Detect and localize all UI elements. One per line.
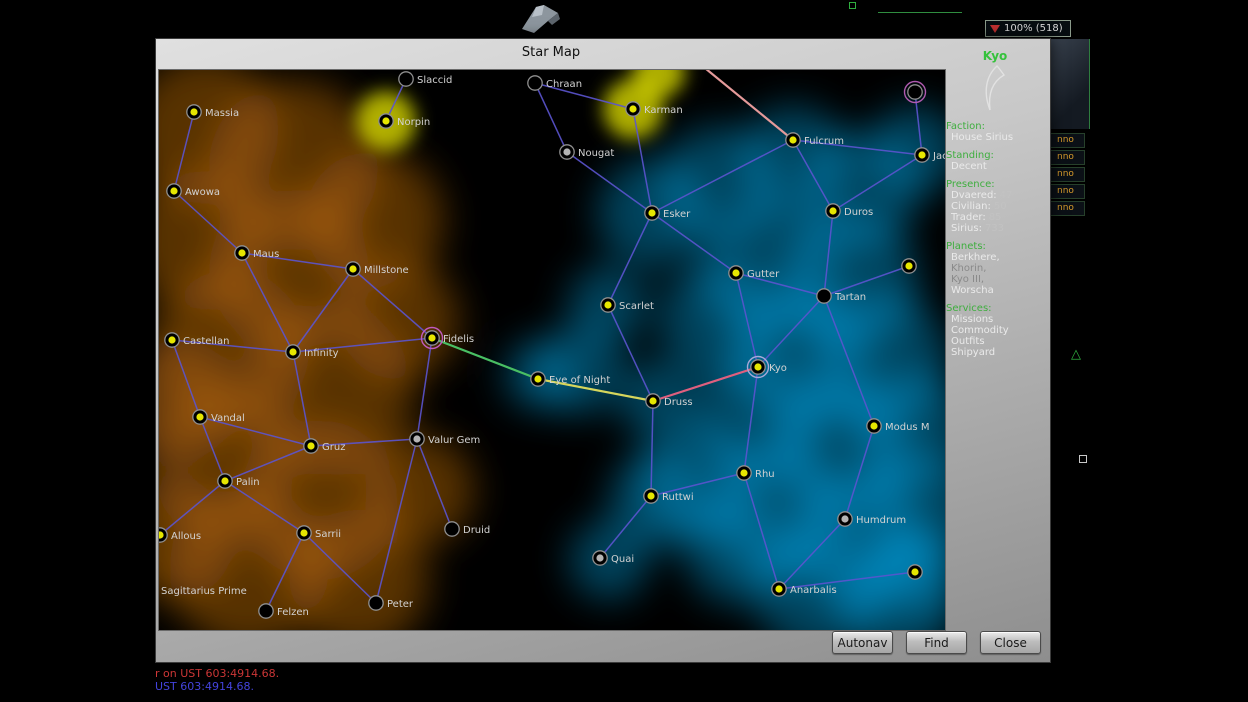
- weapon-ammo-indicator: nno: [1049, 201, 1085, 216]
- presence-row: Trader:85: [946, 212, 1048, 223]
- autonav-button[interactable]: Autonav: [832, 631, 893, 654]
- system-label: Sarrii: [315, 529, 341, 540]
- system-node-slaccid[interactable]: Slaccid: [399, 72, 453, 86]
- presence-group: Presence: Dvaered:47 Civilian:50 Trader:…: [942, 179, 1048, 234]
- system-label: Eye of Night: [549, 375, 610, 386]
- services-label: Services:: [946, 303, 1048, 314]
- planets-group: Planets: Berkhere, Khorin, Kyo III, Wors…: [942, 241, 1048, 296]
- target-arrow-icon: [990, 25, 1000, 33]
- faction-label: Faction:: [946, 121, 1048, 132]
- find-button[interactable]: Find: [906, 631, 967, 654]
- system-label: Infinity: [304, 348, 339, 359]
- map-extra-label: Sagittarius Prime: [161, 586, 247, 597]
- system-label: Duros: [844, 207, 873, 218]
- star-map-area[interactable]: Slaccid Massia Norpin Chraan Karman Nougat Ful…: [158, 69, 946, 631]
- system-label: Karman: [644, 105, 683, 116]
- system-label: Felzen: [277, 607, 309, 618]
- planets-label: Planets:: [946, 241, 1048, 252]
- game-screen: 100% (518) nno nno nno nno nno △ r on US…: [0, 0, 1248, 702]
- selected-system-name: Kyo: [942, 51, 1048, 62]
- faction-group: Faction: House Sirius: [942, 121, 1048, 143]
- target-health-text: 100% (518): [1004, 23, 1063, 34]
- presence-row: Civilian:50: [946, 201, 1048, 212]
- system-label: Quai: [611, 554, 634, 565]
- system-label: Druid: [463, 525, 490, 536]
- system-node-valurgem[interactable]: Valur Gem: [410, 432, 480, 446]
- system-label: Allous: [171, 531, 201, 542]
- service-item: Shipyard: [946, 347, 1048, 358]
- system-label: Slaccid: [417, 75, 452, 86]
- log-message-red: r on UST 603:4914.68.: [155, 667, 279, 680]
- system-label: Maus: [253, 249, 279, 260]
- system-label: Fidelis: [443, 334, 474, 345]
- system-node-f[interactable]: [902, 259, 916, 273]
- weapon-ammo-indicator: nno: [1049, 167, 1085, 182]
- green-triangle-icon: △: [1071, 348, 1081, 361]
- system-label: Modus M: [885, 422, 929, 433]
- radar-blip-icon: [849, 2, 856, 9]
- system-label: Massia: [205, 108, 239, 119]
- system-label: Esker: [663, 209, 691, 220]
- presence-label: Presence:: [946, 179, 1048, 190]
- system-label: Vandal: [211, 413, 245, 424]
- system-info-panel: Kyo Faction: House Sirius Standing: Dece…: [942, 51, 1048, 646]
- system-label: Anarbalis: [790, 585, 837, 596]
- standing-group: Standing: Decent: [942, 150, 1048, 172]
- faction-value: House Sirius: [946, 132, 1048, 143]
- close-button[interactable]: Close: [980, 631, 1041, 654]
- window-title: Star Map: [156, 45, 946, 60]
- system-label: Ruttwi: [662, 492, 694, 503]
- service-item: Commodity: [946, 325, 1048, 336]
- system-label: Tartan: [834, 292, 866, 303]
- standing-value: Decent: [946, 161, 1048, 172]
- planet-item: Worscha: [946, 285, 1048, 296]
- planet-item: Berkhere,: [946, 252, 1048, 263]
- standing-label: Standing:: [946, 150, 1048, 161]
- weapon-ammo-indicator: nno: [1049, 133, 1085, 148]
- weapon-ammo-indicator: nno: [1049, 150, 1085, 165]
- system-label: Castellan: [183, 336, 229, 347]
- system-label: Druss: [664, 397, 693, 408]
- services-group: Services: Missions Commodity Outfits Shi…: [942, 303, 1048, 358]
- planet-item: Khorin,: [946, 263, 1048, 274]
- hud-frame-line: [878, 12, 962, 13]
- presence-row: Dvaered:47: [946, 190, 1048, 201]
- player-ship-icon: [514, 3, 564, 37]
- system-label: Chraan: [546, 79, 582, 90]
- target-portrait: [1049, 39, 1090, 129]
- star-map-svg[interactable]: Slaccid Massia Norpin Chraan Karman Nougat Ful…: [159, 70, 946, 631]
- system-label: Millstone: [364, 265, 409, 276]
- system-label: Peter: [387, 599, 414, 610]
- sirius-faction-icon: [978, 64, 1012, 112]
- system-node-se[interactable]: [908, 565, 922, 579]
- system-node-druid[interactable]: Druid: [445, 522, 490, 536]
- presence-row: Sirius:733: [946, 223, 1048, 234]
- system-node-chraan[interactable]: Chraan: [528, 76, 582, 90]
- system-label: Awowa: [185, 187, 220, 198]
- square-indicator-icon: [1079, 455, 1087, 463]
- log-message-blue: UST 603:4914.68.: [155, 680, 254, 693]
- weapon-ammo-indicator: nno: [1049, 184, 1085, 199]
- system-label: Valur Gem: [428, 435, 480, 446]
- system-node-corner[interactable]: [905, 82, 926, 103]
- system-label: Scarlet: [619, 301, 654, 312]
- system-label: Gruz: [322, 442, 345, 453]
- system-node-nougat[interactable]: Nougat: [560, 145, 615, 159]
- dialog-buttons: Autonav Find Close: [832, 631, 1041, 654]
- system-label: Humdrum: [856, 515, 906, 526]
- system-label: Palin: [236, 477, 260, 488]
- star-map-window: Star Map Slaccid Massia Norpin Chraan Karman…: [155, 38, 1051, 663]
- target-health-box: 100% (518): [985, 20, 1071, 37]
- system-label: Gutter: [747, 269, 780, 280]
- system-label: Norpin: [397, 117, 430, 128]
- service-item: Missions: [946, 314, 1048, 325]
- system-label: Fulcrum: [804, 136, 844, 147]
- service-item: Outfits: [946, 336, 1048, 347]
- system-label: Nougat: [578, 148, 614, 159]
- system-label: Kyo: [769, 363, 787, 374]
- planet-item: Kyo III,: [946, 274, 1048, 285]
- system-label: Rhu: [755, 469, 775, 480]
